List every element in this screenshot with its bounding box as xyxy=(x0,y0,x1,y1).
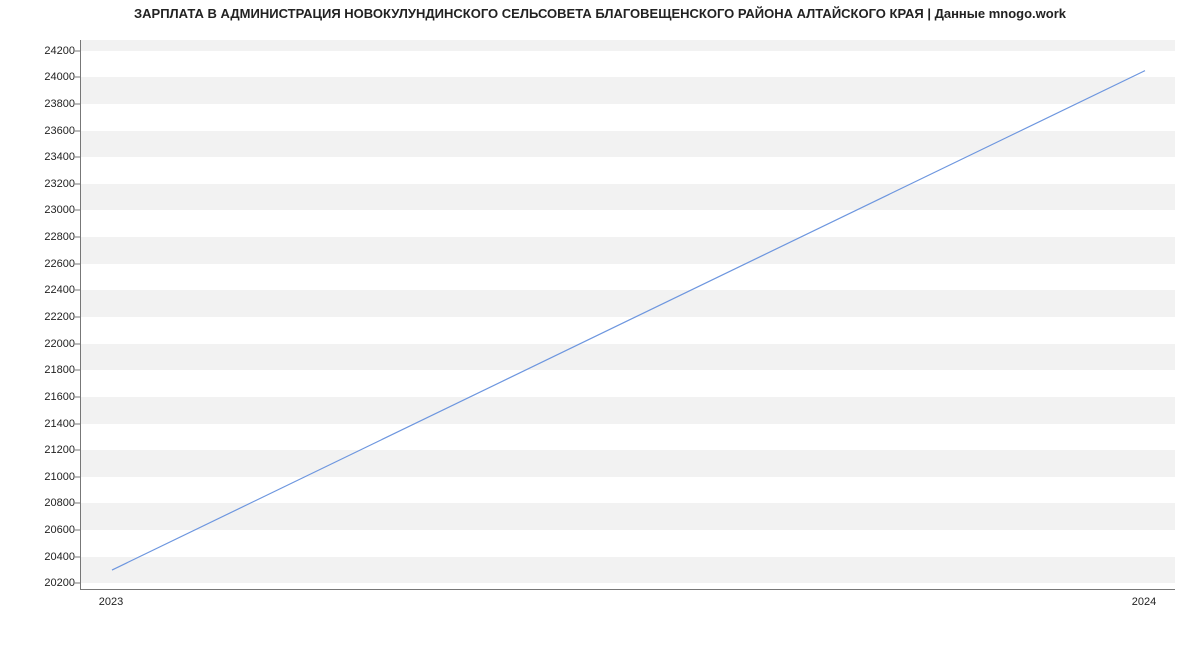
y-tick-label: 22200 xyxy=(15,311,75,323)
chart-title: ЗАРПЛАТА В АДМИНИСТРАЦИЯ НОВОКУЛУНДИНСКО… xyxy=(0,6,1200,21)
y-tick-mark xyxy=(75,103,80,104)
y-tick-mark xyxy=(75,530,80,531)
y-tick-mark xyxy=(75,210,80,211)
y-tick-mark xyxy=(75,370,80,371)
grid-band xyxy=(81,77,1175,104)
grid-band xyxy=(81,344,1175,371)
y-tick-mark xyxy=(75,396,80,397)
grid-band xyxy=(81,557,1175,584)
y-tick-label: 21800 xyxy=(15,364,75,376)
y-tick-label: 20600 xyxy=(15,524,75,536)
y-tick-label: 22000 xyxy=(15,338,75,350)
y-tick-label: 23200 xyxy=(15,178,75,190)
y-tick-label: 21600 xyxy=(15,391,75,403)
y-tick-label: 21400 xyxy=(15,418,75,430)
y-tick-mark xyxy=(75,450,80,451)
grid-band xyxy=(81,40,1175,51)
y-tick-mark xyxy=(75,237,80,238)
grid-band xyxy=(81,131,1175,158)
y-tick-label: 24000 xyxy=(15,71,75,83)
y-tick-label: 20400 xyxy=(15,551,75,563)
y-tick-label: 22600 xyxy=(15,258,75,270)
y-tick-label: 23800 xyxy=(15,98,75,110)
y-tick-mark xyxy=(75,343,80,344)
y-tick-label: 23600 xyxy=(15,125,75,137)
grid-band xyxy=(81,450,1175,477)
plot-area xyxy=(80,40,1175,590)
y-tick-label: 20800 xyxy=(15,497,75,509)
y-tick-label: 22400 xyxy=(15,284,75,296)
grid-band xyxy=(81,184,1175,211)
y-tick-label: 21000 xyxy=(15,471,75,483)
grid-band xyxy=(81,503,1175,530)
y-tick-mark xyxy=(75,183,80,184)
y-tick-label: 22800 xyxy=(15,231,75,243)
y-tick-mark xyxy=(75,423,80,424)
y-tick-mark xyxy=(75,77,80,78)
grid-band xyxy=(81,397,1175,424)
y-tick-label: 24200 xyxy=(15,45,75,57)
y-tick-label: 23400 xyxy=(15,151,75,163)
y-tick-label: 21200 xyxy=(15,444,75,456)
y-tick-mark xyxy=(75,476,80,477)
grid-band xyxy=(81,237,1175,264)
y-tick-mark xyxy=(75,157,80,158)
y-tick-mark xyxy=(75,556,80,557)
y-tick-mark xyxy=(75,583,80,584)
y-tick-mark xyxy=(75,263,80,264)
y-tick-label: 23000 xyxy=(15,204,75,216)
y-tick-mark xyxy=(75,316,80,317)
y-tick-label: 20200 xyxy=(15,577,75,589)
x-tick-label: 2023 xyxy=(99,596,123,608)
y-tick-mark xyxy=(75,50,80,51)
chart-container: ЗАРПЛАТА В АДМИНИСТРАЦИЯ НОВОКУЛУНДИНСКО… xyxy=(0,0,1200,650)
y-tick-mark xyxy=(75,503,80,504)
y-tick-mark xyxy=(75,290,80,291)
y-tick-mark xyxy=(75,130,80,131)
x-tick-label: 2024 xyxy=(1132,596,1156,608)
grid-band xyxy=(81,290,1175,317)
